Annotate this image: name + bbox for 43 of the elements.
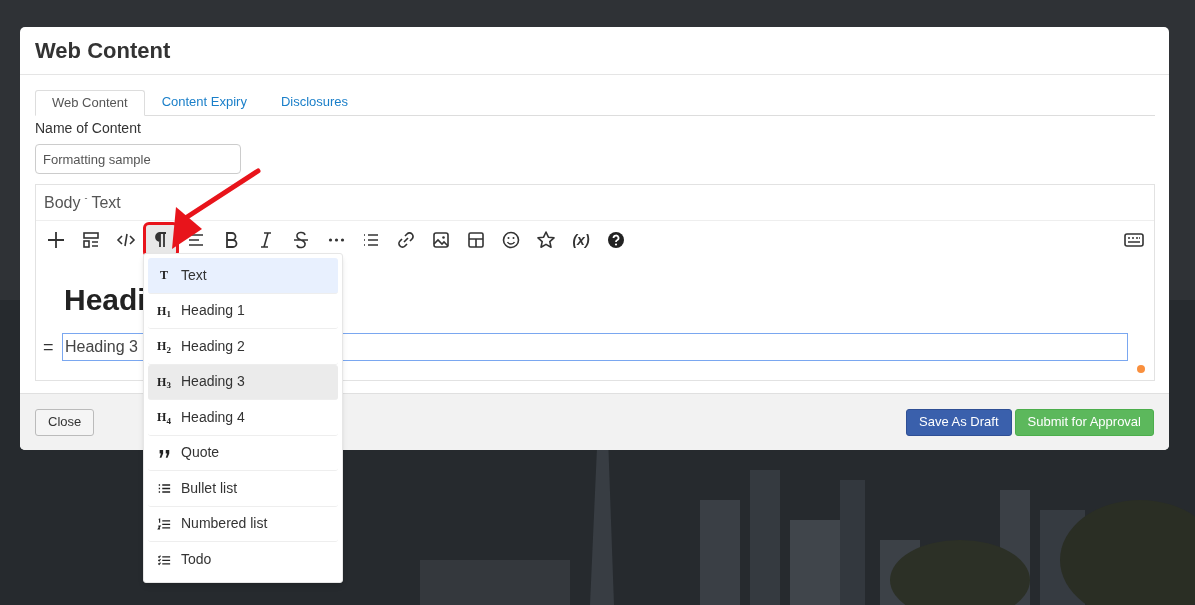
- link-icon: [396, 230, 416, 250]
- menu-item-label: Todo: [181, 550, 212, 570]
- editor-label: Body: [44, 192, 81, 213]
- bullet-list-icon: [157, 481, 171, 496]
- menu-item-label: Text: [181, 265, 207, 285]
- menu-item[interactable]: T Text: [148, 258, 338, 294]
- menu-item-label: Bullet list: [181, 478, 238, 498]
- dialog-title: Web Content: [35, 37, 171, 65]
- block-type-glyph: H$_{2}$: [157, 338, 171, 356]
- plus-icon: [46, 230, 66, 250]
- field-label: Name of Content: [35, 119, 141, 138]
- heading-text: Headi: [64, 285, 146, 315]
- editor-type: Text: [91, 192, 121, 213]
- star-icon: [536, 230, 556, 250]
- menu-item[interactable]: H$_{3}$ Heading 3: [148, 364, 338, 400]
- drag-handle[interactable]: =: [43, 338, 54, 356]
- tab[interactable]: Web Content: [35, 90, 145, 116]
- tab[interactable]: Content Expiry: [144, 89, 264, 115]
- menu-item-label: Numbered list: [181, 514, 268, 534]
- tab[interactable]: Disclosures: [263, 89, 366, 115]
- block-type-glyph: T: [159, 267, 169, 285]
- block-type-glyph: H$_{4}$: [157, 409, 171, 427]
- numbered-list-icon: [157, 516, 171, 531]
- help-icon: [606, 230, 626, 250]
- block-type-glyph: H$_{1}$: [157, 302, 171, 320]
- close-button[interactable]: Close: [35, 408, 95, 436]
- save-draft-button[interactable]: Save As Draft: [906, 408, 1012, 436]
- menu-item-label: Heading 2: [181, 336, 245, 356]
- menu-item-label: Quote: [181, 443, 220, 463]
- variable-button[interactable]: (x): [566, 225, 596, 255]
- image-icon: [431, 230, 451, 250]
- more-icon: [327, 238, 345, 242]
- smiley-icon: [501, 230, 521, 250]
- table-icon: [466, 230, 486, 250]
- menu-item-label: Heading 4: [181, 407, 245, 427]
- menu-item-label: Heading 1: [181, 301, 245, 321]
- strikethrough-icon: [291, 230, 311, 250]
- layout-icon: [81, 230, 101, 250]
- block-type-glyph: H$_{3}$: [157, 373, 171, 391]
- keyboard-icon[interactable]: [1124, 233, 1144, 247]
- name-input[interactable]: Formatting sample: [35, 144, 241, 174]
- menu-item-label: Heading 3: [181, 372, 245, 392]
- separator-mark: -: [84, 191, 88, 205]
